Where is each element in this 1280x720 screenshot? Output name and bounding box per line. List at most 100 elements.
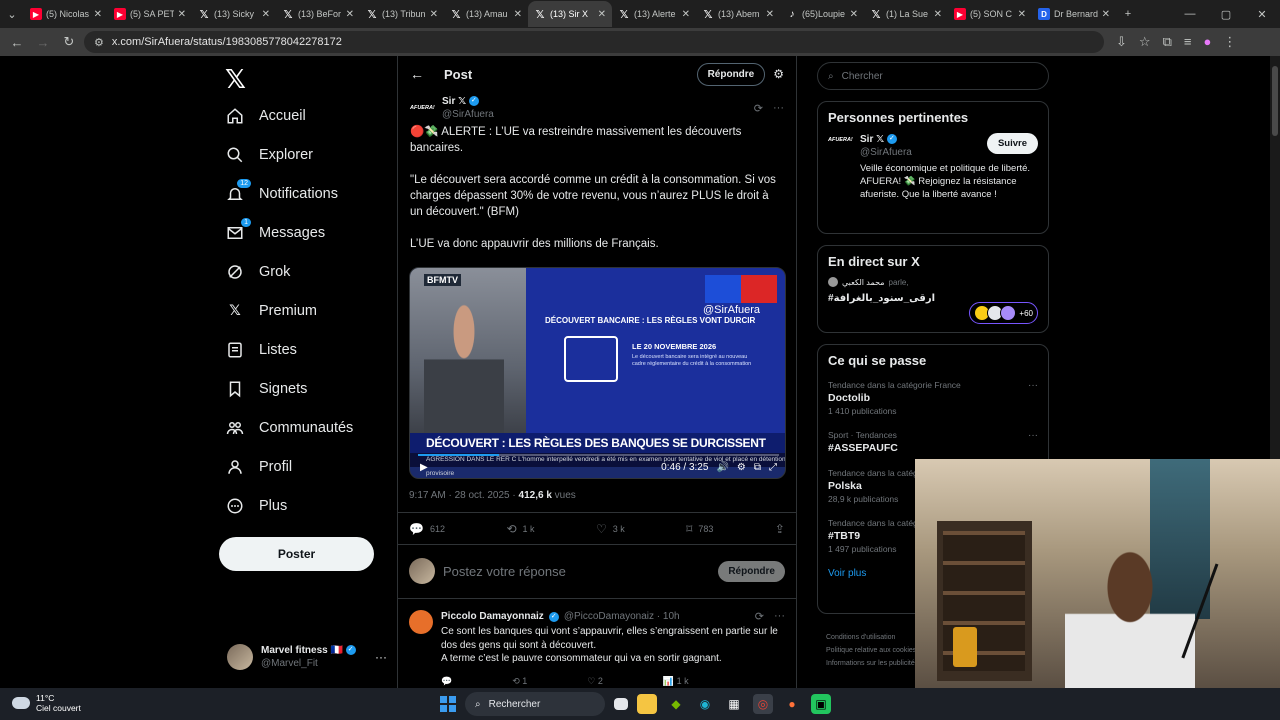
more-icon[interactable]: ··· — [375, 650, 387, 664]
bookmark-star-icon[interactable]: ☆ — [1139, 34, 1151, 50]
weather-widget[interactable]: 11°C Ciel couvert — [12, 693, 81, 713]
video-player[interactable]: BFMTV @SirAfuera DÉCOUVERT BANCAIRE : LE… — [409, 267, 786, 479]
settings-icon[interactable]: ⚙ — [737, 462, 746, 473]
browser-tab[interactable]: 𝕏 (13) BeFor ✕ — [276, 1, 360, 27]
close-tab-icon[interactable]: ✕ — [514, 9, 522, 20]
browser-tab[interactable]: D Dr Bernard ✕ — [1032, 1, 1116, 27]
firefox-icon[interactable]: ● — [782, 694, 802, 714]
site-info-icon[interactable]: ⚙ — [94, 36, 104, 49]
new-tab-button[interactable]: + — [1116, 3, 1140, 25]
back-button[interactable]: ← — [6, 31, 28, 53]
maximize-button[interactable]: ▢ — [1208, 8, 1244, 21]
close-tab-icon[interactable]: ✕ — [1018, 9, 1026, 20]
app-icon[interactable]: ▣ — [811, 694, 831, 714]
browser-tab[interactable]: 𝕏 (13) Alerte ✕ — [612, 1, 696, 27]
reply-submit-button[interactable]: Répondre — [718, 560, 785, 582]
search-input[interactable]: ⌕ Chercher — [817, 62, 1049, 90]
close-tab-icon[interactable]: ✕ — [346, 9, 354, 20]
more-icon[interactable]: ··· — [1028, 380, 1038, 391]
close-tab-icon[interactable]: ✕ — [262, 9, 270, 20]
comment-like[interactable]: ♡ 2 — [587, 676, 603, 687]
nav-more[interactable]: Plus — [225, 491, 287, 521]
back-arrow-icon[interactable]: ← — [410, 66, 424, 82]
nav-home[interactable]: Accueil — [225, 101, 306, 131]
chrome-icon[interactable]: ◎ — [753, 694, 773, 714]
browser-tab[interactable]: 𝕏 (13) Sicky ✕ — [192, 1, 276, 27]
more-icon[interactable]: ··· — [773, 102, 784, 115]
extensions-icon[interactable]: ⧉ — [1163, 34, 1172, 50]
repost-stat[interactable]: ⟲ 1 k — [506, 522, 534, 536]
file-explorer-icon[interactable] — [637, 694, 657, 714]
reply-icon[interactable]: 💬 — [441, 676, 452, 687]
close-tab-icon[interactable]: ✕ — [766, 9, 774, 20]
close-tab-icon[interactable]: ✕ — [934, 9, 942, 20]
close-tab-icon[interactable]: ✕ — [682, 9, 690, 20]
store-icon[interactable]: ▦ — [724, 694, 744, 714]
nav-premium[interactable]: 𝕏 Premium — [225, 296, 317, 326]
author-handle[interactable]: @SirAfuera — [442, 108, 494, 121]
close-tab-icon[interactable]: ✕ — [178, 9, 186, 20]
play-icon[interactable]: ▶ — [420, 462, 428, 473]
follow-button[interactable]: Suivre — [986, 133, 1038, 154]
reload-button[interactable]: ↻ — [58, 31, 80, 53]
edge-icon[interactable]: ◉ — [695, 694, 715, 714]
comment-handle[interactable]: @PiccoDamayonaiz · 10h — [564, 611, 680, 622]
close-window-button[interactable]: ✕ — [1244, 8, 1280, 21]
post-timestamp[interactable]: 9:17 AM · 28 oct. 2025 · — [409, 490, 516, 501]
fullscreen-icon[interactable]: ⤢ — [769, 462, 777, 473]
nav-grok[interactable]: Grok — [225, 257, 290, 287]
windows-start-icon[interactable] — [440, 696, 456, 712]
nav-communities[interactable]: Communautés — [225, 413, 353, 443]
media-icon[interactable]: ≡ — [1184, 34, 1192, 50]
comment-author[interactable]: Piccolo Damayonnaiz — [441, 611, 544, 622]
live-card[interactable]: En direct sur X محمد الكعبي parle, #ارقى… — [817, 245, 1049, 333]
filter-icon[interactable]: ⚙ — [773, 67, 784, 81]
post-button[interactable]: Poster — [219, 537, 374, 571]
footer-link[interactable]: Politique relative aux cookies — [826, 644, 926, 657]
task-view-icon[interactable] — [614, 698, 628, 710]
footer-link[interactable]: Conditions d'utilisation — [826, 631, 926, 644]
browser-tab[interactable]: ▶ (5) Nicolas ✕ — [24, 1, 108, 27]
reply-button[interactable]: Répondre — [696, 62, 766, 86]
close-tab-icon[interactable]: ✕ — [430, 9, 438, 20]
browser-tab[interactable]: ♪ (65)Loupie ✕ — [780, 1, 864, 27]
nav-profile[interactable]: Profil — [225, 452, 292, 482]
reply-input[interactable]: Postez votre réponse — [443, 564, 710, 579]
profile-icon[interactable]: ● — [1203, 34, 1211, 50]
close-tab-icon[interactable]: ✕ — [94, 9, 102, 20]
nav-notifications[interactable]: 12 Notifications — [225, 179, 338, 209]
like-stat[interactable]: ♡ 3 k — [596, 522, 625, 536]
trend-item[interactable]: Sport · Tendances #ASSEPAUFC ··· — [828, 430, 1038, 454]
author-name[interactable]: Sir 𝕏 — [442, 96, 466, 107]
nvidia-icon[interactable]: ◆ — [666, 694, 686, 714]
nav-explore[interactable]: Explorer — [225, 140, 313, 170]
author-logo[interactable]: AFUERA! — [410, 101, 435, 115]
more-icon[interactable]: ··· — [774, 610, 785, 623]
tab-list-button[interactable]: ⌄ — [0, 3, 24, 25]
browser-tab[interactable]: 𝕏 (1) La Sue ✕ — [864, 1, 948, 27]
person-row[interactable]: AFUERA! Sir 𝕏 ✓ @SirAfuera Suivre — [828, 133, 1038, 159]
grok-icon[interactable]: ⟳ — [754, 102, 763, 115]
taskbar-search[interactable]: ⌕ Rechercher — [465, 692, 605, 716]
browser-tab[interactable]: ▶ (5) SON C ✕ — [948, 1, 1032, 27]
x-logo-icon[interactable]: 𝕏 — [225, 64, 255, 94]
bookmark-stat[interactable]: ⌑ 783 — [686, 522, 713, 536]
browser-tab[interactable]: 𝕏 (13) Amau ✕ — [444, 1, 528, 27]
menu-icon[interactable]: ⋮ — [1223, 34, 1236, 50]
account-switcher[interactable]: Marvel fitness 🇫🇷 ✓ @Marvel_Fit ··· — [227, 642, 387, 672]
browser-tab[interactable]: 𝕏 (13) Tribun ✕ — [360, 1, 444, 27]
nav-lists[interactable]: Listes — [225, 335, 297, 365]
trend-item[interactable]: Tendance dans la catégorie France Doctol… — [828, 380, 1038, 416]
browser-tab[interactable]: 𝕏 (13) Abem ✕ — [696, 1, 780, 27]
volume-icon[interactable]: 🔊 — [716, 462, 728, 473]
nav-messages[interactable]: 1 Messages — [225, 218, 325, 248]
comment-item[interactable]: Piccolo Damayonnaiz ✓ @PiccoDamayonaiz ·… — [409, 610, 785, 687]
more-icon[interactable]: ··· — [1028, 430, 1038, 441]
close-tab-icon[interactable]: ✕ — [850, 9, 858, 20]
comment-views[interactable]: 📊 1 k — [663, 676, 689, 687]
close-tab-icon[interactable]: ✕ — [598, 9, 606, 20]
forward-button[interactable]: → — [32, 31, 54, 53]
browser-tab[interactable]: ▶ (5) SA PETI ✕ — [108, 1, 192, 27]
grok-icon[interactable]: ⟳ — [755, 610, 764, 623]
nav-bookmarks[interactable]: Signets — [225, 374, 307, 404]
